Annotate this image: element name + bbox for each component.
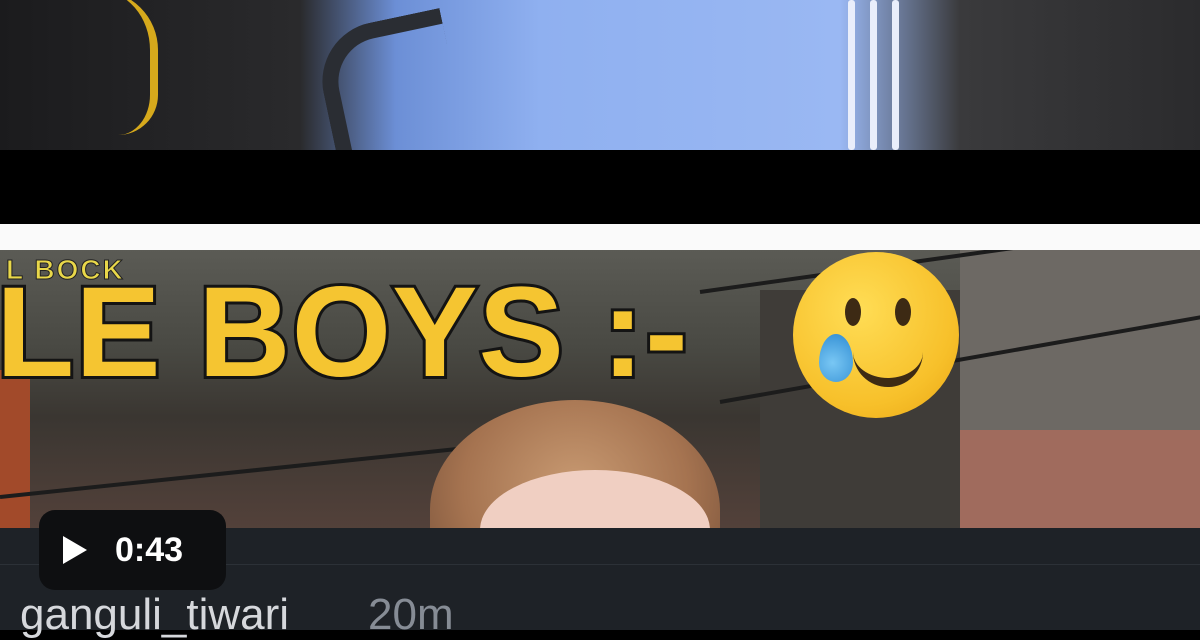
letterbox-band <box>0 150 1200 224</box>
play-icon[interactable] <box>63 536 87 564</box>
post-age: 20m <box>368 590 454 639</box>
video-duration: 0:43 <box>115 530 184 569</box>
video-caption: LE BOYS :- <box>0 258 691 407</box>
video-frame-bottom[interactable]: L BOCK LE BOYS :- <box>0 250 1200 528</box>
face-holding-back-tears-icon <box>793 252 959 418</box>
video-frame-top <box>0 0 1200 179</box>
frame-divider <box>0 224 1200 250</box>
post-username[interactable]: ganguli_tiwari <box>20 590 289 640</box>
play-duration-button[interactable]: 0:43 <box>39 510 226 590</box>
